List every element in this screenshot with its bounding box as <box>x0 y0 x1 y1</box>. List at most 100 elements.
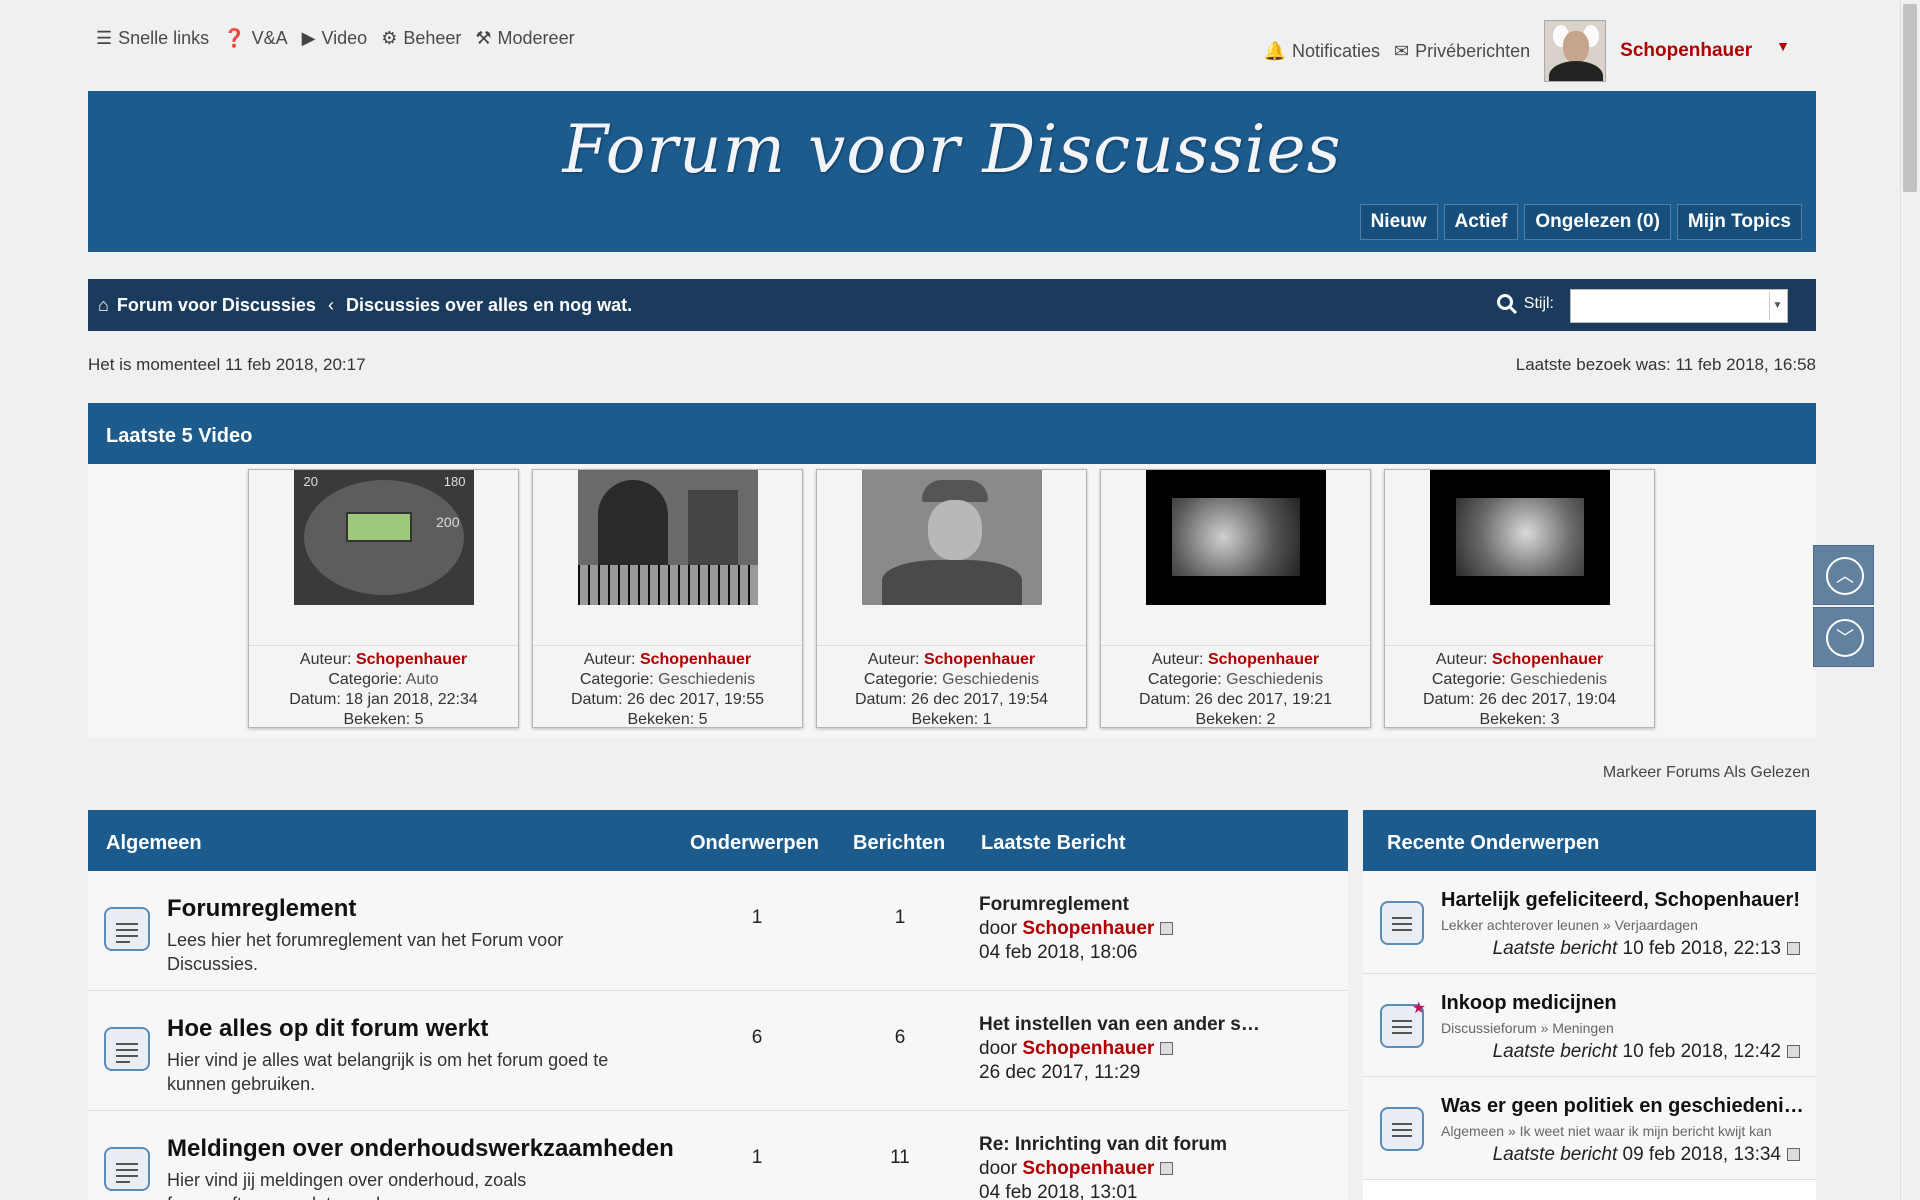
video-author-link[interactable]: Schopenhauer <box>924 651 1035 668</box>
video-card[interactable]: Auteur: Schopenhauer Categorie: Geschied… <box>532 469 803 728</box>
topics-header: Onderwerpen <box>690 832 819 854</box>
views-label: Bekeken: <box>1195 711 1263 728</box>
unread-button[interactable]: Ongelezen (0) <box>1524 204 1671 240</box>
last-post-label: Laatste bericht <box>1492 1144 1618 1165</box>
video-date: 26 dec 2017, 19:54 <box>911 691 1049 708</box>
recent-topic-forum-link[interactable]: Lekker achterover leunen <box>1441 917 1599 933</box>
forum-table: Algemeen Onderwerpen Berichten Laatste B… <box>88 810 1348 1200</box>
style-select[interactable]: ▼ <box>1570 289 1788 323</box>
mark-forums-read-link[interactable]: Markeer Forums Als Gelezen <box>1603 764 1810 782</box>
recent-topic-forum-link[interactable]: Algemeen <box>1441 1123 1504 1139</box>
pm-link[interactable]: ✉ Privéberichten <box>1394 41 1530 62</box>
recent-topic-title-link[interactable]: Was er geen politiek en geschiedeni… <box>1441 1095 1811 1118</box>
last-post-author-link[interactable]: Schopenhauer <box>1022 918 1154 939</box>
forum-read-icon <box>104 1027 150 1071</box>
video-author-link[interactable]: Schopenhauer <box>640 651 751 668</box>
video-card[interactable]: 20 180 200 Auteur: Schopenhauer Categori… <box>248 469 519 728</box>
last-post-author-link[interactable]: Schopenhauer <box>1022 1158 1154 1179</box>
video-author-link[interactable]: Schopenhauer <box>1492 651 1603 668</box>
recent-topic-row: Hartelijk gefeliciteerd, Schopenhauer! L… <box>1363 871 1816 974</box>
video-thumbnail[interactable]: 20 180 200 <box>293 470 474 605</box>
faq-link[interactable]: ❓ V&A <box>223 28 287 49</box>
forum-title-link[interactable]: Hoe alles op dit forum werkt <box>167 1015 488 1043</box>
date-label: Datum: <box>1422 691 1475 708</box>
video-card[interactable]: Auteur: Schopenhauer Categorie: Geschied… <box>816 469 1087 728</box>
username-link[interactable]: Schopenhauer <box>1620 40 1752 62</box>
forum-title-link[interactable]: Meldingen over onderhoudswerkzaamheden <box>167 1135 674 1163</box>
video-card[interactable]: Auteur: Schopenhauer Categorie: Geschied… <box>1100 469 1371 728</box>
recent-topic-title-link[interactable]: Hartelijk gefeliciteerd, Schopenhauer! <box>1441 889 1811 912</box>
recent-topics-panel: Recente Onderwerpen Hartelijk gefelicite… <box>1363 810 1816 1200</box>
category-label: Categorie: <box>328 671 403 688</box>
scroll-up-button[interactable]: ︿ <box>1813 545 1874 605</box>
video-category-link[interactable]: Geschiedenis <box>1226 671 1323 688</box>
active-button[interactable]: Actief <box>1443 204 1519 240</box>
caret-down-icon[interactable]: ▼ <box>1776 38 1790 54</box>
recent-topic-date: 10 feb 2018, 22:13 <box>1622 938 1781 959</box>
search-icon[interactable] <box>1496 293 1518 320</box>
notifications-link[interactable]: 🔔 Notificaties <box>1264 41 1380 62</box>
recent-topic-last-post: Laatste bericht 10 feb 2018, 22:13 <box>1493 938 1800 960</box>
scroll-down-button[interactable]: ﹀ <box>1813 607 1874 667</box>
video-panel: Laatste 5 Video 20 180 200 Auteur: Schop… <box>88 403 1816 737</box>
recent-topic-subforum-link[interactable]: Ik weet niet waar ik mijn bericht kwijt … <box>1520 1123 1772 1139</box>
video-date: 26 dec 2017, 19:21 <box>1195 691 1333 708</box>
breadcrumb-current[interactable]: Discussies over alles en nog wat. <box>346 295 632 316</box>
video-author-link[interactable]: Schopenhauer <box>1208 651 1319 668</box>
category-label: Categorie: <box>1431 671 1506 688</box>
video-thumbnail[interactable] <box>1145 470 1326 605</box>
recent-topic-forum-link[interactable]: Discussieforum <box>1441 1020 1537 1036</box>
jump-to-post-icon[interactable] <box>1160 1042 1174 1056</box>
moderate-link[interactable]: ⚒ Modereer <box>475 28 574 49</box>
recent-topic-title-link[interactable]: Inkoop medicijnen <box>1441 992 1811 1015</box>
last-post-title-link[interactable]: Het instellen van een ander s… <box>979 1013 1260 1037</box>
breadcrumb-home[interactable]: Forum voor Discussies <box>117 295 316 316</box>
top-nav: ☰ Snelle links ❓ V&A ▶ Video ⚙ Beheer ⚒ Moder… <box>96 28 575 49</box>
video-category-link[interactable]: Geschiedenis <box>658 671 755 688</box>
header-buttons: Nieuw Actief Ongelezen (0) Mijn Topics <box>1359 204 1802 240</box>
date-label: Datum: <box>289 691 341 708</box>
video-thumbnail[interactable] <box>861 470 1042 605</box>
recent-topic-subforum-link[interactable]: Verjaardagen <box>1615 917 1698 933</box>
video-author-link[interactable]: Schopenhauer <box>356 651 467 668</box>
recent-topic-row: ★ Inkoop medicijnen Discussieforum » Men… <box>1363 974 1816 1077</box>
home-icon[interactable]: ⌂ <box>98 295 109 316</box>
jump-to-post-icon[interactable] <box>1160 922 1174 936</box>
video-category-link[interactable]: Geschiedenis <box>1510 671 1607 688</box>
video-thumbnail[interactable] <box>577 470 758 605</box>
scrollbar-thumb[interactable] <box>1903 4 1917 192</box>
forum-topics-count: 6 <box>751 1027 763 1048</box>
page-scrollbar[interactable] <box>1900 0 1920 1200</box>
author-label: Auteur: <box>867 651 920 668</box>
topic-read-icon <box>1380 901 1424 945</box>
video-category-link[interactable]: Auto <box>406 671 439 688</box>
last-post-author-link[interactable]: Schopenhauer <box>1022 1038 1154 1059</box>
site-logo[interactable]: Forum voor Discussies <box>88 111 1816 188</box>
admin-link[interactable]: ⚙ Beheer <box>381 28 461 49</box>
jump-to-post-icon[interactable] <box>1787 1148 1800 1162</box>
menu-icon: ☰ <box>96 28 113 48</box>
recent-topic-subforum-link[interactable]: Meningen <box>1552 1020 1614 1036</box>
avatar[interactable] <box>1544 20 1607 82</box>
category-title[interactable]: Algemeen <box>106 832 202 855</box>
last-post-title-link[interactable]: Forumreglement <box>979 893 1173 917</box>
video-category-link[interactable]: Geschiedenis <box>942 671 1039 688</box>
recent-topic-date: 09 feb 2018, 13:34 <box>1622 1144 1781 1165</box>
forum-title-link[interactable]: Forumreglement <box>167 895 356 923</box>
last-post-title-link[interactable]: Re: Inrichting van dit forum <box>979 1133 1227 1157</box>
jump-to-post-icon[interactable] <box>1787 1045 1800 1059</box>
jump-to-post-icon[interactable] <box>1787 942 1800 956</box>
video-thumbnail[interactable] <box>1429 470 1610 605</box>
forum-posts-count: 6 <box>894 1027 906 1048</box>
quicklinks-link[interactable]: ☰ Snelle links <box>96 28 209 49</box>
video-panel-title: Laatste 5 Video <box>88 403 1816 464</box>
posts-header: Berichten <box>853 832 946 854</box>
my-topics-button[interactable]: Mijn Topics <box>1676 204 1802 240</box>
new-button[interactable]: Nieuw <box>1359 204 1438 240</box>
author-label: Auteur: <box>1435 651 1488 668</box>
location-separator: » <box>1507 1123 1516 1139</box>
forum-posts-count: 1 <box>894 907 906 928</box>
video-card[interactable]: Auteur: Schopenhauer Categorie: Geschied… <box>1384 469 1655 728</box>
jump-to-post-icon[interactable] <box>1160 1162 1174 1176</box>
video-link[interactable]: ▶ Video <box>302 28 368 49</box>
